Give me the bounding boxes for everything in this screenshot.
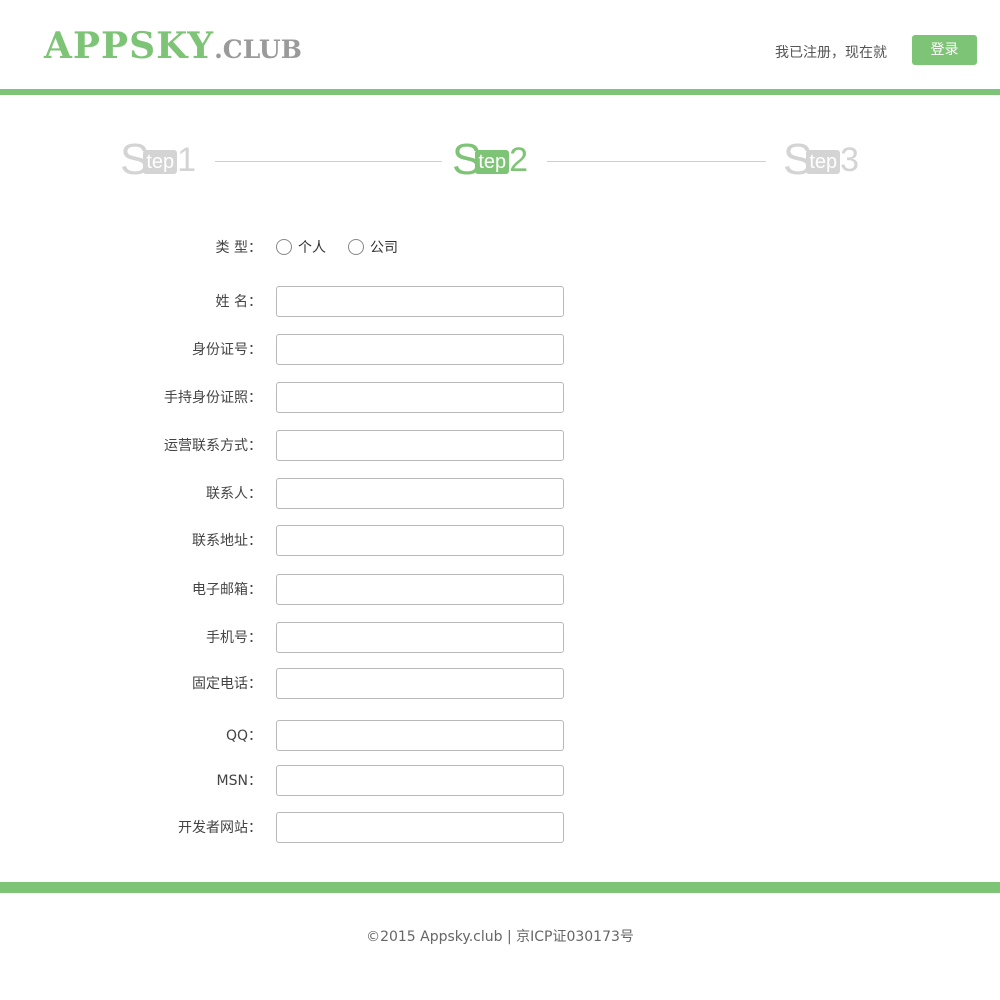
qq-input[interactable] bbox=[276, 720, 564, 751]
contact-person-input[interactable] bbox=[276, 478, 564, 509]
logo-sub-text: .CLUB bbox=[214, 35, 302, 64]
website-input[interactable] bbox=[276, 812, 564, 843]
name-input[interactable] bbox=[276, 286, 564, 317]
radio-circle-icon[interactable] bbox=[276, 239, 292, 255]
mobile-label: 手机号： bbox=[206, 630, 262, 646]
mobile-input[interactable] bbox=[276, 622, 564, 653]
step-1: Step1 bbox=[120, 138, 196, 182]
radio-company[interactable]: 公司 bbox=[348, 239, 398, 257]
field-row-id-photo: 手持身份证照： bbox=[0, 382, 600, 414]
step-2-tep: tep bbox=[475, 150, 510, 174]
id-number-input[interactable] bbox=[276, 334, 564, 365]
field-row-qq: QQ： bbox=[0, 720, 600, 752]
footer-divider bbox=[0, 882, 1000, 893]
radio-personal[interactable]: 个人 bbox=[276, 239, 326, 257]
site-logo[interactable]: APPSKY.CLUB bbox=[44, 28, 302, 64]
step-1-number: 1 bbox=[177, 141, 197, 179]
field-row-landline: 固定电话： bbox=[0, 668, 600, 700]
website-label: 开发者网站： bbox=[178, 820, 262, 836]
landline-input[interactable] bbox=[276, 668, 564, 699]
address-input[interactable] bbox=[276, 525, 564, 556]
step-1-s: S bbox=[120, 135, 149, 184]
step-2-s: S bbox=[452, 135, 481, 184]
id-photo-label: 手持身份证照： bbox=[164, 390, 262, 406]
field-row-msn: MSN： bbox=[0, 765, 600, 797]
field-row-mobile: 手机号： bbox=[0, 622, 600, 654]
name-label: 姓 名： bbox=[215, 294, 262, 310]
header-divider bbox=[0, 89, 1000, 95]
ops-contact-input[interactable] bbox=[276, 430, 564, 461]
logo-main-text: APPSKY bbox=[44, 25, 215, 67]
radio-circle-icon[interactable] bbox=[348, 239, 364, 255]
step-2-number: 2 bbox=[509, 141, 529, 179]
step-connector-2 bbox=[547, 161, 766, 162]
ops-contact-label: 运营联系方式： bbox=[164, 438, 262, 454]
field-row-id-number: 身份证号： bbox=[0, 334, 600, 366]
header: APPSKY.CLUB 我已注册，现在就 登录 bbox=[0, 0, 1000, 89]
step-2: Step2 bbox=[452, 138, 528, 182]
footer-copyright: ©2015 Appsky.club | 京ICP证030173号 bbox=[366, 929, 634, 945]
landline-label: 固定电话： bbox=[192, 676, 262, 692]
field-row-contact-person: 联系人： bbox=[0, 478, 600, 510]
field-row-name: 姓 名： bbox=[0, 286, 600, 318]
field-row-address: 联系地址： bbox=[0, 525, 600, 557]
id-photo-input[interactable] bbox=[276, 382, 564, 413]
radio-personal-label: 个人 bbox=[298, 240, 326, 256]
msn-input[interactable] bbox=[276, 765, 564, 796]
step-3-tep: tep bbox=[806, 150, 841, 174]
step-3-number: 3 bbox=[840, 141, 860, 179]
email-input[interactable] bbox=[276, 574, 564, 605]
address-label: 联系地址： bbox=[192, 533, 262, 549]
step-1-tep: tep bbox=[143, 150, 178, 174]
step-indicator: Step1 Step2 Step3 bbox=[0, 130, 1000, 190]
msn-label: MSN： bbox=[216, 773, 262, 789]
id-number-label: 身份证号： bbox=[192, 342, 262, 358]
email-label: 电子邮箱： bbox=[192, 582, 262, 598]
login-button[interactable]: 登录 bbox=[912, 35, 977, 65]
field-row-ops-contact: 运营联系方式： bbox=[0, 430, 600, 462]
field-row-website: 开发者网站： bbox=[0, 812, 600, 844]
type-row: 类 型： 个人 公司 bbox=[0, 232, 600, 264]
step-3-s: S bbox=[783, 135, 812, 184]
already-registered-note: 我已注册，现在就 bbox=[775, 45, 887, 61]
type-label: 类 型： bbox=[215, 240, 262, 256]
field-row-email: 电子邮箱： bbox=[0, 574, 600, 606]
qq-label: QQ： bbox=[225, 728, 262, 744]
step-3: Step3 bbox=[783, 138, 859, 182]
contact-person-label: 联系人： bbox=[206, 486, 262, 502]
step-connector-1 bbox=[215, 161, 442, 162]
radio-company-label: 公司 bbox=[370, 240, 398, 256]
